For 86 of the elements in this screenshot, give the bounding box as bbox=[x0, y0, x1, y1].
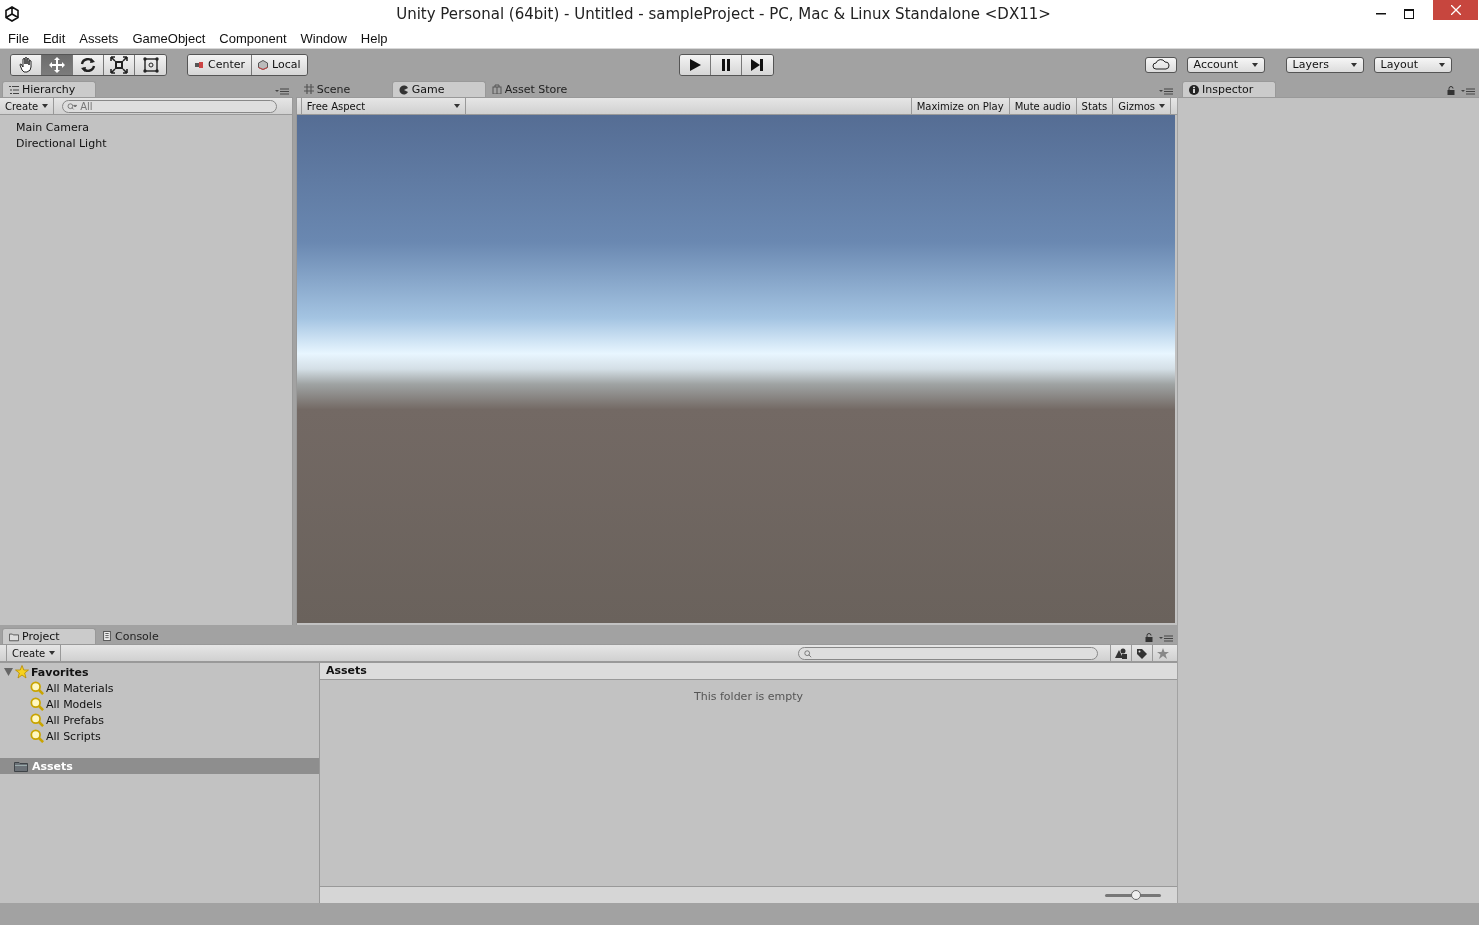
tree-item[interactable]: Favorites bbox=[31, 665, 89, 679]
view-tab[interactable]: Scene bbox=[297, 81, 392, 97]
step-button[interactable] bbox=[741, 54, 773, 75]
breadcrumb[interactable]: Assets bbox=[320, 663, 1177, 680]
window-title: Unity Personal (64bit) - Untitled - sampleProject - PC, Mac & Linux Standalone <DX11> bbox=[395, 5, 1052, 23]
zoom-slider[interactable] bbox=[1105, 890, 1161, 900]
view-tab[interactable]: Game bbox=[391, 81, 486, 97]
close-icon[interactable] bbox=[1433, 0, 1478, 20]
caret-icon bbox=[42, 104, 49, 108]
magnifier-icon bbox=[30, 729, 44, 743]
panel-tab[interactable]: Project bbox=[2, 628, 96, 644]
tree-item[interactable]: All Models bbox=[46, 697, 102, 711]
move-tool-icon bbox=[48, 55, 66, 74]
toggle-button[interactable]: Mute audio bbox=[1008, 98, 1076, 114]
play-button[interactable] bbox=[679, 54, 711, 75]
bag-icon bbox=[491, 84, 502, 94]
caret-icon bbox=[1251, 62, 1258, 67]
toggle-button[interactable]: Stats bbox=[1075, 98, 1113, 114]
menu-item[interactable]: Assets bbox=[72, 30, 126, 46]
magnifier-icon bbox=[30, 681, 44, 695]
expand-triangle-icon[interactable] bbox=[4, 668, 13, 676]
search-field[interactable]: All bbox=[62, 99, 278, 113]
scale-tool-icon bbox=[110, 55, 128, 74]
dropdown[interactable]: Account bbox=[1186, 56, 1265, 73]
info-icon bbox=[1189, 84, 1199, 95]
caret-icon bbox=[1159, 104, 1165, 108]
pivot-button[interactable]: Center bbox=[188, 54, 253, 75]
hierarchy-item[interactable]: Main Camera bbox=[0, 120, 292, 136]
aspect-dropdown[interactable]: Free Aspect bbox=[300, 98, 466, 114]
menu-item[interactable]: Help bbox=[353, 30, 395, 46]
gizmos-dropdown[interactable]: Gizmos bbox=[1112, 98, 1171, 114]
grid-icon bbox=[303, 84, 314, 94]
pane-menu-icon[interactable] bbox=[1461, 87, 1475, 95]
rect-tool-button[interactable] bbox=[135, 54, 166, 75]
rect-tool-icon bbox=[141, 55, 160, 74]
panel-tab[interactable]: Console bbox=[96, 628, 190, 644]
hierarchy-item[interactable]: Directional Light bbox=[0, 136, 292, 152]
pane-menu-icon[interactable] bbox=[274, 87, 289, 95]
search-field[interactable] bbox=[798, 646, 1098, 660]
pivot-button[interactable]: Local bbox=[252, 54, 307, 75]
lock-icon[interactable] bbox=[1447, 86, 1455, 95]
caret-icon bbox=[49, 651, 56, 655]
create-dropdown[interactable]: Create bbox=[6, 645, 62, 661]
rotate-tool-button[interactable] bbox=[73, 54, 104, 75]
cloud-button[interactable] bbox=[1144, 56, 1177, 73]
unity-logo-icon bbox=[4, 6, 20, 22]
star-icon bbox=[15, 665, 29, 679]
create-dropdown[interactable]: Create bbox=[0, 98, 55, 114]
caret-icon bbox=[453, 104, 460, 108]
caret-icon bbox=[1438, 62, 1445, 67]
lock-icon[interactable] bbox=[1145, 633, 1153, 642]
move-tool-button[interactable] bbox=[42, 54, 73, 75]
view-tab[interactable]: Asset Store bbox=[485, 81, 580, 97]
menu-item[interactable]: Component bbox=[212, 30, 294, 46]
step-icon bbox=[749, 57, 766, 72]
list-icon bbox=[9, 84, 19, 95]
hand-tool-icon bbox=[17, 55, 35, 74]
dropdown[interactable]: Layout bbox=[1373, 56, 1452, 73]
menu-item[interactable]: GameObject bbox=[125, 30, 213, 46]
cube-icon bbox=[258, 59, 269, 70]
scale-tool-button[interactable] bbox=[104, 54, 135, 75]
pivot-icon bbox=[194, 59, 204, 70]
menu-item[interactable]: File bbox=[1, 30, 36, 46]
dropdown[interactable]: Layers bbox=[1285, 56, 1364, 73]
tree-item[interactable]: All Materials bbox=[46, 681, 114, 695]
menu-item[interactable]: Window bbox=[293, 30, 354, 46]
caret-icon bbox=[1350, 62, 1357, 67]
folder-icon bbox=[9, 631, 19, 642]
tree-item[interactable]: All Scripts bbox=[46, 729, 101, 743]
menu-item[interactable]: Edit bbox=[35, 30, 73, 46]
pane-menu-icon[interactable] bbox=[1159, 634, 1173, 642]
tree-item[interactable]: All Prefabs bbox=[46, 713, 104, 727]
magnifier-icon bbox=[30, 713, 44, 727]
document-icon bbox=[102, 631, 112, 641]
pacman-icon bbox=[398, 84, 409, 95]
folder-icon bbox=[14, 760, 28, 772]
pause-button[interactable] bbox=[710, 54, 742, 75]
empty-folder-message: This folder is empty bbox=[694, 690, 803, 703]
magnifier-icon bbox=[30, 697, 44, 711]
pane-menu-icon[interactable] bbox=[1159, 87, 1173, 95]
inspector-tab[interactable]: Inspector bbox=[1182, 81, 1276, 97]
slider-thumb[interactable] bbox=[1130, 890, 1141, 900]
toggle-button[interactable]: Maximize on Play bbox=[910, 98, 1009, 114]
hierarchy-tab[interactable]: Hierarchy bbox=[2, 81, 96, 97]
rotate-tool-icon bbox=[79, 55, 97, 74]
hand-tool-button[interactable] bbox=[11, 54, 42, 75]
